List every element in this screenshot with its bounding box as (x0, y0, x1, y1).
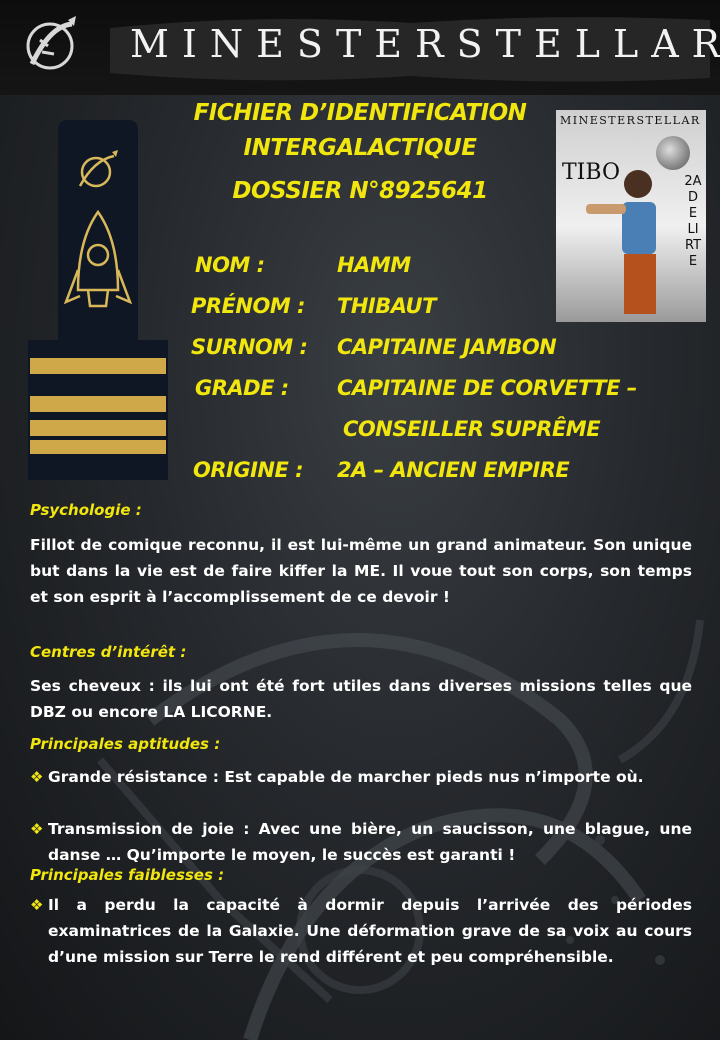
text-psychologie: Fillot de comique reconnu, il est lui-mê… (30, 536, 692, 606)
field-value-prenom: THIBAUT (337, 294, 436, 318)
aptitude-item-2: Transmission de joie : Avec une bière, u… (48, 820, 692, 864)
heading-aptitudes: Principales aptitudes : (30, 735, 221, 753)
list-item: ❖ Grande résistance : Est capable de mar… (30, 764, 692, 790)
header-banner: MINESTERSTELLAR (0, 0, 720, 95)
list-item: ❖ Transmission de joie : Avec une bière,… (30, 816, 692, 868)
diamond-bullet-icon: ❖ (30, 820, 44, 838)
field-value-surnom: CAPITAINE JAMBON (337, 335, 557, 359)
field-value-grade-2: CONSEILLER SUPRÊME (343, 417, 601, 441)
field-value-nom: HAMM (337, 253, 411, 277)
field-label-grade: GRADE : (195, 376, 289, 400)
aptitude-item-1: Grande résistance : Est capable de march… (48, 768, 644, 786)
heading-faiblesses: Principales faiblesses : (30, 866, 225, 884)
list-item: ❖ Il a perdu la capacité à dormir depuis… (30, 892, 692, 970)
faiblesse-item-1: Il a perdu la capacité à dormir depuis l… (48, 896, 692, 966)
field-label-surnom: SURNOM : (191, 335, 308, 359)
profile-photo: MINESTERSTELLAR TIBO 2A DE LIRTE (556, 110, 706, 322)
photo-vertical-tag: 2A DE LIRTE (684, 174, 702, 269)
heading-interets: Centres d’intérêt : (30, 643, 187, 661)
field-label-prenom: PRÉNOM : (191, 294, 305, 318)
field-label-nom: NOM : (195, 253, 265, 277)
rocket-star-emblem-icon (26, 16, 76, 70)
dossier-number: DOSSIER N°8925641 (232, 178, 488, 204)
heading-psychologie: Psychologie : (30, 501, 142, 519)
field-label-origine: ORIGINE : (193, 458, 304, 482)
field-value-origine: 2A – ANCIEN EMPIRE (337, 458, 570, 482)
diamond-bullet-icon: ❖ (30, 896, 44, 914)
title-line-1: FICHIER D’IDENTIFICATION (193, 100, 527, 126)
brand-name: MINESTERSTELLAR (130, 22, 720, 66)
photo-vertical-name: TIBO (562, 160, 620, 185)
diamond-bullet-icon: ❖ (30, 768, 44, 786)
epaulette-rank-insignia (28, 120, 168, 480)
photo-brand: MINESTERSTELLAR (560, 114, 701, 127)
text-interets: Ses cheveux : ils lui ont été fort utile… (30, 677, 692, 721)
field-value-grade: CAPITAINE DE CORVETTE – (337, 376, 637, 400)
title-line-2: INTERGALACTIQUE (243, 135, 477, 161)
